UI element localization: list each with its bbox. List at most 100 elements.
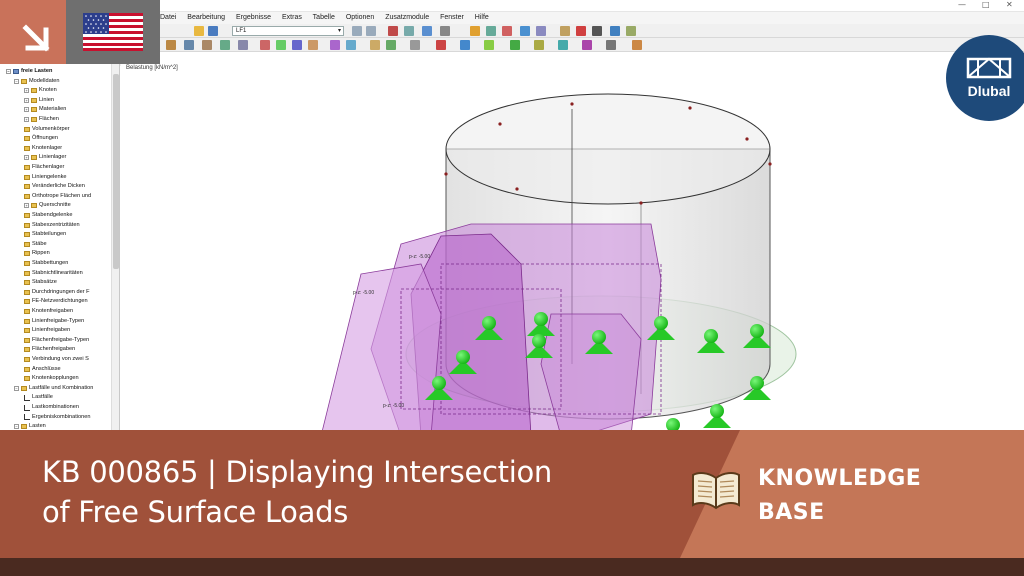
loadcase-select[interactable]: LF1 ▾	[232, 26, 344, 36]
view-icon[interactable]	[422, 26, 432, 36]
tree-item[interactable]: Linienfreigaben	[24, 326, 70, 335]
results-icon[interactable]	[388, 26, 398, 36]
expand-toggle-icon[interactable]: +	[24, 155, 29, 161]
expand-toggle-icon[interactable]: +	[24, 117, 29, 122]
dimension-icon[interactable]	[534, 40, 544, 50]
display-icon[interactable]	[470, 26, 480, 36]
tree-item[interactable]: Orthotrope Flächen und	[24, 192, 91, 201]
navigator-scroll-thumb[interactable]	[113, 74, 119, 269]
tree-item[interactable]: Ergebniskombinationen	[24, 413, 90, 422]
tree-item[interactable]: Öffnungen	[24, 134, 58, 143]
tree-item[interactable]: + Knoten	[24, 86, 57, 95]
release-icon[interactable]	[436, 40, 446, 50]
opening-icon[interactable]	[386, 40, 396, 50]
tree-item[interactable]: Knotenkopplungen	[24, 374, 79, 383]
tree-item[interactable]: Knotenfreigaben	[24, 307, 73, 316]
section-icon[interactable]	[410, 40, 420, 50]
menu-item-tabelle[interactable]: Tabelle	[313, 14, 335, 21]
member-icon[interactable]	[370, 40, 380, 50]
menu-item-extras[interactable]: Extras	[282, 14, 302, 21]
grid-icon[interactable]	[486, 26, 496, 36]
tree-item[interactable]: Flächenlager	[24, 163, 64, 172]
node-icon[interactable]	[260, 40, 270, 50]
expand-toggle-icon[interactable]: −	[6, 69, 11, 74]
menu-item-ergebnisse[interactable]: Ergebnisse	[236, 14, 271, 21]
tree-item[interactable]: Stabexzentrizitäten	[24, 221, 80, 230]
maximize-button[interactable]: □	[982, 0, 990, 10]
guide-icon[interactable]	[558, 40, 568, 50]
tree-item[interactable]: FE-Netzverdichtungen	[24, 297, 88, 306]
tree-item[interactable]: Stabnichtlinearitäten	[24, 269, 83, 278]
menu-item-zusatzmodule[interactable]: Zusatzmodule	[385, 14, 429, 21]
tree-item[interactable]: + Flächen	[24, 115, 59, 124]
render-icon[interactable]	[404, 26, 414, 36]
tree-item[interactable]: Stabteilungen	[24, 230, 66, 239]
navigator-scrollbar[interactable]	[111, 64, 119, 436]
tree-item[interactable]: Flächenfreigaben	[24, 345, 75, 354]
expand-toggle-icon[interactable]: −	[14, 385, 19, 391]
tree-item[interactable]: Stäbe	[24, 240, 47, 249]
menu-item-hilfe[interactable]: Hilfe	[475, 14, 489, 21]
tree-item[interactable]: Lastkombinationen	[24, 403, 79, 412]
measure-icon[interactable]	[560, 26, 570, 36]
visibility-icon[interactable]	[582, 40, 592, 50]
tree-item[interactable]: Volumenkörper	[24, 125, 70, 134]
move-icon[interactable]	[184, 40, 194, 50]
model-viewport[interactable]: Belastung [kN/m^2] p-z: -5.00 p-z: -5.00…	[121, 64, 1024, 436]
menu-item-datei[interactable]: Datei	[160, 14, 176, 21]
tree-item[interactable]: − freie Lasten	[6, 67, 52, 76]
tree-item[interactable]: + Linienlager	[24, 153, 66, 162]
colors-icon[interactable]	[632, 40, 642, 50]
expand-toggle-icon[interactable]: +	[24, 107, 29, 113]
tree-item[interactable]: + Linien	[24, 96, 54, 105]
tree-item[interactable]: Rippen	[24, 249, 50, 258]
tree-item[interactable]: Linienfreigabe-Typen	[24, 317, 84, 326]
tree-item[interactable]: Lastfälle	[24, 393, 53, 402]
calc-icon[interactable]	[610, 26, 620, 36]
tree-item[interactable]: − Modelldaten	[14, 77, 59, 86]
prev-icon[interactable]	[352, 26, 362, 36]
load-icon[interactable]	[330, 40, 340, 50]
dlubal-logo[interactable]: Dlubal	[946, 35, 1024, 121]
tree-item[interactable]: Stabbettungen	[24, 259, 68, 268]
coupling-icon[interactable]	[484, 40, 494, 50]
save-icon[interactable]	[208, 26, 218, 36]
language-badge[interactable]	[66, 0, 160, 64]
expand-toggle-icon[interactable]: +	[24, 203, 29, 209]
mesh-icon[interactable]	[460, 40, 470, 50]
tree-item[interactable]: Liniengelenke	[24, 173, 67, 182]
menu-item-fenster[interactable]: Fenster	[440, 14, 464, 21]
info-icon[interactable]	[592, 26, 602, 36]
iso-view-icon[interactable]	[520, 26, 530, 36]
open-icon[interactable]	[194, 26, 204, 36]
warning-icon[interactable]	[576, 26, 586, 36]
print-icon[interactable]	[440, 26, 450, 36]
tree-item[interactable]: Stabendgelenke	[24, 211, 72, 220]
menu-item-optionen[interactable]: Optionen	[346, 14, 374, 21]
next-icon[interactable]	[366, 26, 376, 36]
expand-toggle-icon[interactable]: +	[24, 97, 29, 103]
menu-item-bearbeitung[interactable]: Bearbeitung	[187, 14, 225, 21]
tree-item[interactable]: Anschlüsse	[24, 365, 61, 374]
settings-icon[interactable]	[626, 26, 636, 36]
surface-icon[interactable]	[292, 40, 302, 50]
tree-item[interactable]: Knotenlager	[24, 144, 62, 153]
support-icon[interactable]	[308, 40, 318, 50]
tree-item[interactable]: − Lastfälle und Kombination	[14, 384, 93, 393]
zoom-icon[interactable]	[536, 26, 546, 36]
select-icon[interactable]	[166, 40, 176, 50]
expand-toggle-icon[interactable]: −	[14, 78, 19, 84]
hinge-icon[interactable]	[346, 40, 356, 50]
close-button[interactable]: ✕	[1006, 0, 1013, 10]
copy-icon[interactable]	[202, 40, 212, 50]
tree-item[interactable]: + Querschnitte	[24, 201, 71, 210]
layers-icon[interactable]	[606, 40, 616, 50]
tree-item[interactable]: Verbindung von zwei S	[24, 355, 89, 364]
snap-icon[interactable]	[510, 40, 520, 50]
tree-item[interactable]: Durchdringungen der F	[24, 288, 90, 297]
tree-item[interactable]: + Materialien	[24, 105, 66, 114]
tree-item[interactable]: Veränderliche Dicken	[24, 182, 85, 191]
line-icon[interactable]	[276, 40, 286, 50]
expand-toggle-icon[interactable]: −	[14, 424, 19, 430]
expand-toggle-icon[interactable]: +	[24, 88, 29, 94]
